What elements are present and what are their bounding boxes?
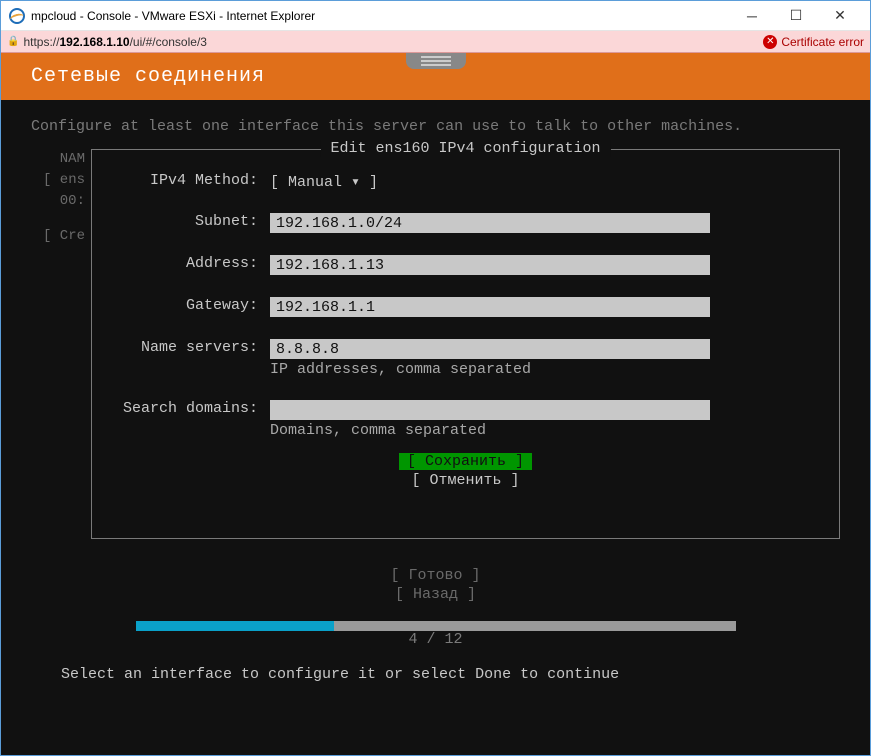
ipv4-config-dialog: Edit ens160 IPv4 configuration IPv4 Meth… [91,149,840,539]
nameservers-input[interactable] [270,339,710,359]
searchdomains-input[interactable] [270,400,710,420]
save-button[interactable]: [ Сохранить ] [399,453,532,470]
done-button-bg: [ Готово ] [31,567,840,584]
nameservers-label: Name servers: [120,339,270,356]
maximize-button[interactable]: ☐ [774,2,818,30]
top-hint: Configure at least one interface this se… [31,118,840,135]
searchdomains-hint: Domains, comma separated [270,422,811,439]
url-text: https://192.168.1.10/ui/#/console/3 [23,35,763,49]
minimize-button[interactable]: ─ [730,2,774,30]
address-input[interactable] [270,255,710,275]
window-titlebar: mpcloud - Console - VMware ESXi - Intern… [1,1,870,31]
background-column: NAM [ ens 00: [ Cre [31,149,91,539]
progress-text: 4 / 12 [408,631,462,648]
cancel-button[interactable]: [ Отменить ] [403,472,527,489]
bottom-hint: Select an interface to configure it or s… [31,666,840,683]
page-title: Сетевые соединения [31,65,265,88]
console-viewport[interactable]: Сетевые соединения Configure at least on… [1,53,870,755]
subnet-input[interactable] [270,213,710,233]
window-title: mpcloud - Console - VMware ESXi - Intern… [31,9,730,23]
close-button[interactable]: ✕ [818,2,862,30]
back-button-bg: [ Назад ] [31,586,840,603]
method-label: IPv4 Method: [120,172,270,189]
progress-fill [136,621,334,631]
background-buttons: [ Готово ] [ Назад ] [31,567,840,603]
lock-icon: 🔒 [7,36,19,47]
ie-icon [9,8,25,24]
nameservers-hint: IP addresses, comma separated [270,361,811,378]
address-label: Address: [120,255,270,272]
searchdomains-label: Search domains: [120,400,270,417]
progress-bar [136,621,736,631]
console-tab-handle[interactable] [406,53,466,69]
subnet-label: Subnet: [120,213,270,230]
gateway-label: Gateway: [120,297,270,314]
dialog-title: Edit ens160 IPv4 configuration [320,140,610,157]
error-icon: ✕ [763,35,777,49]
method-dropdown[interactable]: [ Manual ▾ ] [270,174,378,191]
address-bar[interactable]: 🔒 https://192.168.1.10/ui/#/console/3 ✕ … [1,31,870,53]
gateway-input[interactable] [270,297,710,317]
certificate-error[interactable]: ✕ Certificate error [763,35,864,49]
